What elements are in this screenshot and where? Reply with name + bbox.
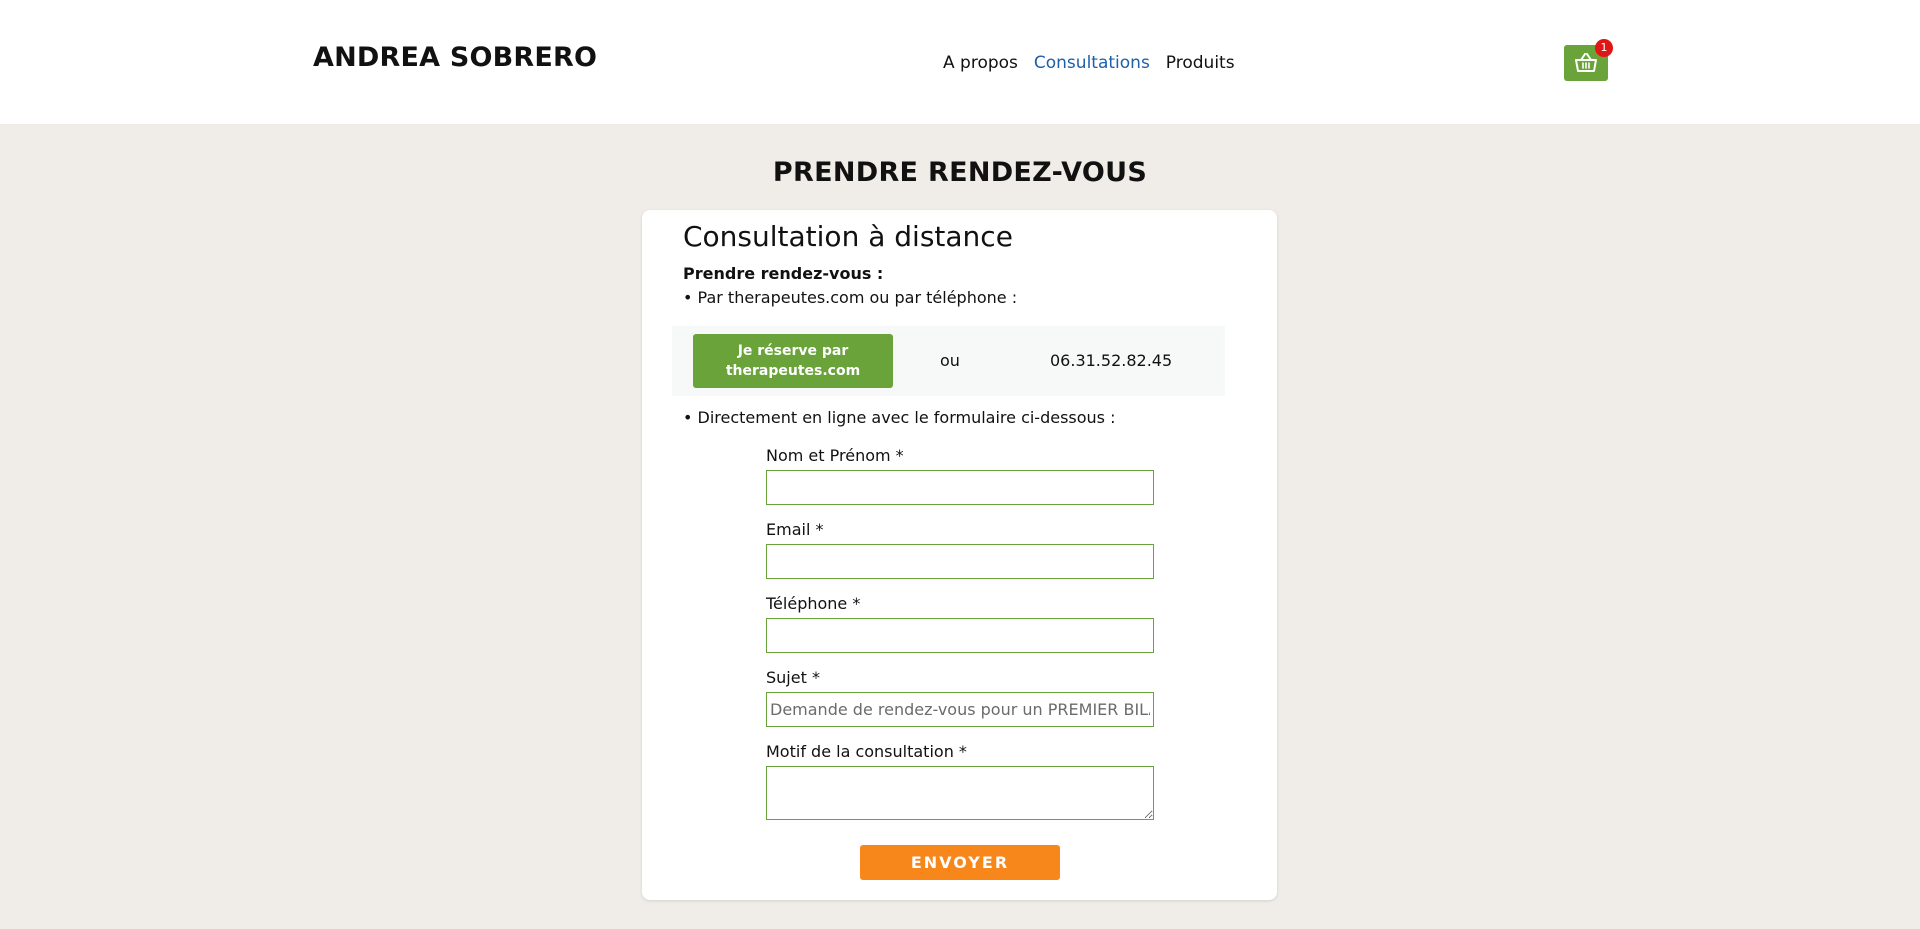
cart-count-badge: 1 bbox=[1595, 39, 1613, 57]
booking-options-text: • Par therapeutes.com ou par téléphone : bbox=[683, 288, 1018, 307]
nav-item-produits[interactable]: Produits bbox=[1166, 52, 1235, 74]
consultation-card: Consultation à distance Prendre rendez-v… bbox=[642, 210, 1277, 900]
booking-options-strip: Je réserve par therapeutes.com ou 06.31.… bbox=[672, 326, 1225, 396]
phone-number[interactable]: 06.31.52.82.45 bbox=[1050, 351, 1172, 371]
appointment-label: Prendre rendez-vous : bbox=[683, 264, 884, 283]
or-separator: ou bbox=[940, 351, 960, 370]
nav-item-consultations[interactable]: Consultations bbox=[1034, 52, 1150, 74]
subject-label: Sujet * bbox=[766, 668, 820, 687]
card-title: Consultation à distance bbox=[683, 220, 1013, 253]
name-input[interactable] bbox=[766, 470, 1154, 505]
phone-input[interactable] bbox=[766, 618, 1154, 653]
reason-label: Motif de la consultation * bbox=[766, 742, 967, 761]
phone-label: Téléphone * bbox=[766, 594, 861, 613]
submit-button[interactable]: ENVOYER bbox=[860, 845, 1060, 880]
subject-input[interactable] bbox=[766, 692, 1154, 727]
site-header: ANDREA SOBRERO A propos Consultations Pr… bbox=[0, 0, 1920, 124]
cart-button[interactable]: 1 bbox=[1564, 39, 1613, 81]
nav-item-a-propos[interactable]: A propos bbox=[943, 52, 1018, 74]
email-label: Email * bbox=[766, 520, 824, 539]
page-title: PRENDRE RENDEZ-VOUS bbox=[772, 157, 1148, 188]
site-logo[interactable]: ANDREA SOBRERO bbox=[313, 40, 597, 76]
online-form-intro: • Directement en ligne avec le formulair… bbox=[683, 408, 1116, 427]
email-input[interactable] bbox=[766, 544, 1154, 579]
main-nav: A propos Consultations Produits bbox=[943, 52, 1235, 74]
name-label: Nom et Prénom * bbox=[766, 446, 904, 465]
basket-icon bbox=[1575, 53, 1597, 72]
book-therapeutes-button[interactable]: Je réserve par therapeutes.com bbox=[693, 334, 893, 388]
reason-textarea[interactable] bbox=[766, 766, 1154, 820]
